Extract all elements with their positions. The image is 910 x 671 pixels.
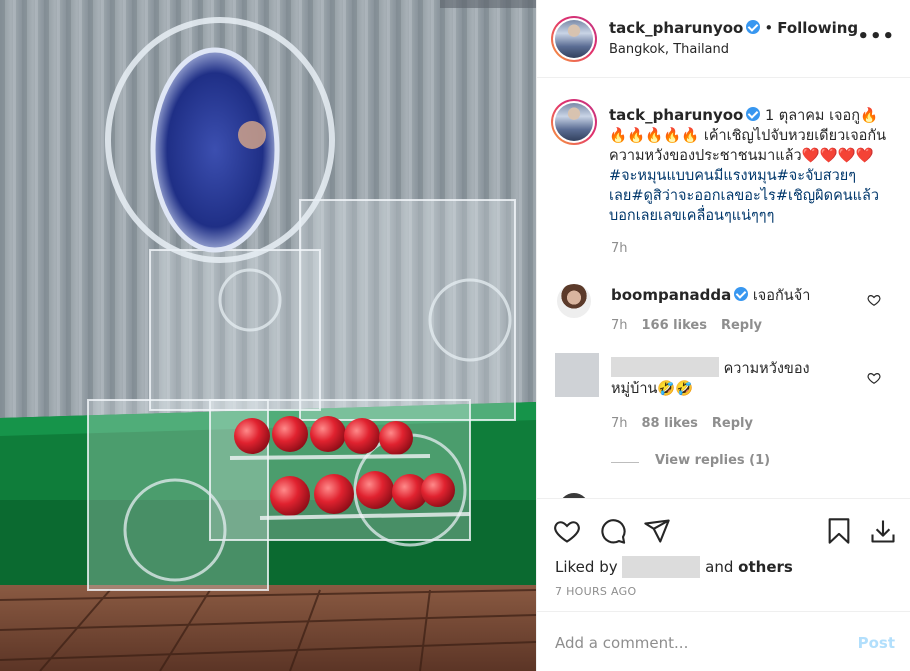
author-username[interactable]: tack_pharunyoo <box>609 19 743 37</box>
verified-badge-icon <box>746 107 761 121</box>
post-location[interactable]: Bangkok, Thailand <box>609 42 729 57</box>
liked-by-others-link[interactable]: others <box>738 558 793 576</box>
comments-scroll[interactable]: tack_pharunyoo 1 ตุลาคม เจอกู🔥🔥🔥🔥🔥🔥 เค้า… <box>537 79 910 498</box>
caption-time: 7h <box>611 241 628 256</box>
comment-time: 7h <box>611 416 628 431</box>
liked-by-prefix: Liked by <box>555 558 618 576</box>
post-comment-button[interactable]: Post <box>858 634 895 652</box>
comment-likes[interactable]: 166 likes <box>642 318 707 333</box>
share-icon[interactable] <box>643 517 671 545</box>
liked-by-and: and <box>705 558 734 576</box>
reply-button[interactable]: Reply <box>721 318 762 333</box>
comment-input[interactable]: Add a comment... <box>555 634 688 652</box>
comment-like-heart-icon[interactable] <box>867 293 881 307</box>
author-avatar[interactable] <box>551 16 597 62</box>
comment-body: ความหวังของ หมู่บ้าน🤣🤣 <box>611 357 851 399</box>
comment-text: ความหวังของ <box>723 361 810 377</box>
heart-icon[interactable] <box>553 517 581 545</box>
comment-meta: 7h 88 likes Reply <box>611 416 767 431</box>
comment-meta: 7h 166 likes Reply <box>611 318 776 333</box>
post-photo[interactable] <box>0 0 536 671</box>
caption: tack_pharunyoo 1 ตุลาคม เจอกู🔥🔥🔥🔥🔥🔥 เค้า… <box>609 105 889 226</box>
lottery-machine-photo <box>0 0 536 671</box>
comment-likes[interactable]: 88 likes <box>642 416 698 431</box>
liked-by: Liked by and others <box>555 556 793 578</box>
hidden-liker-name[interactable] <box>622 556 701 578</box>
post-timestamp[interactable]: 7 HOURS AGO <box>555 585 636 598</box>
commenter-avatar[interactable] <box>557 284 591 318</box>
verified-badge-icon <box>734 287 749 301</box>
view-replies-button[interactable]: View replies (1) <box>655 453 770 468</box>
following-button[interactable]: Following <box>777 19 858 37</box>
verified-badge-icon <box>746 20 761 34</box>
hidden-commenter-avatar[interactable] <box>555 353 599 397</box>
caption-username[interactable]: tack_pharunyoo <box>609 106 743 124</box>
post-side-panel: tack_pharunyoo • Following Bangkok, Thaila… <box>536 0 910 671</box>
reply-button[interactable]: Reply <box>712 416 753 431</box>
comment-time: 7h <box>611 318 628 333</box>
download-icon[interactable] <box>869 517 897 545</box>
comment-icon[interactable] <box>599 517 627 545</box>
separator-dot: • <box>764 19 774 37</box>
caption-hashtags[interactable]: #จะหมุนแบบคนมีแรงหมุน#จะจับสวยๆเลย#ดูสิว… <box>609 168 879 224</box>
action-bar <box>537 498 910 544</box>
comment-like-heart-icon[interactable] <box>867 371 881 385</box>
caption-avatar[interactable] <box>551 99 597 145</box>
author-line: tack_pharunyoo • Following <box>609 19 858 37</box>
post-header: tack_pharunyoo • Following Bangkok, Thaila… <box>537 0 910 78</box>
hidden-username[interactable] <box>611 357 719 377</box>
replies-divider <box>611 462 639 463</box>
comment-body: boompanadda เจอกันจ้า <box>611 285 851 306</box>
bookmark-icon[interactable] <box>825 517 853 545</box>
comment-text-cont: หมู่บ้าน🤣🤣 <box>611 381 694 397</box>
comment-username[interactable]: boompanadda <box>611 286 731 304</box>
add-comment-bar: Add a comment... Post <box>537 611 910 671</box>
comment-text: เจอกันจ้า <box>752 288 811 304</box>
more-options-icon[interactable]: ••• <box>857 26 895 47</box>
